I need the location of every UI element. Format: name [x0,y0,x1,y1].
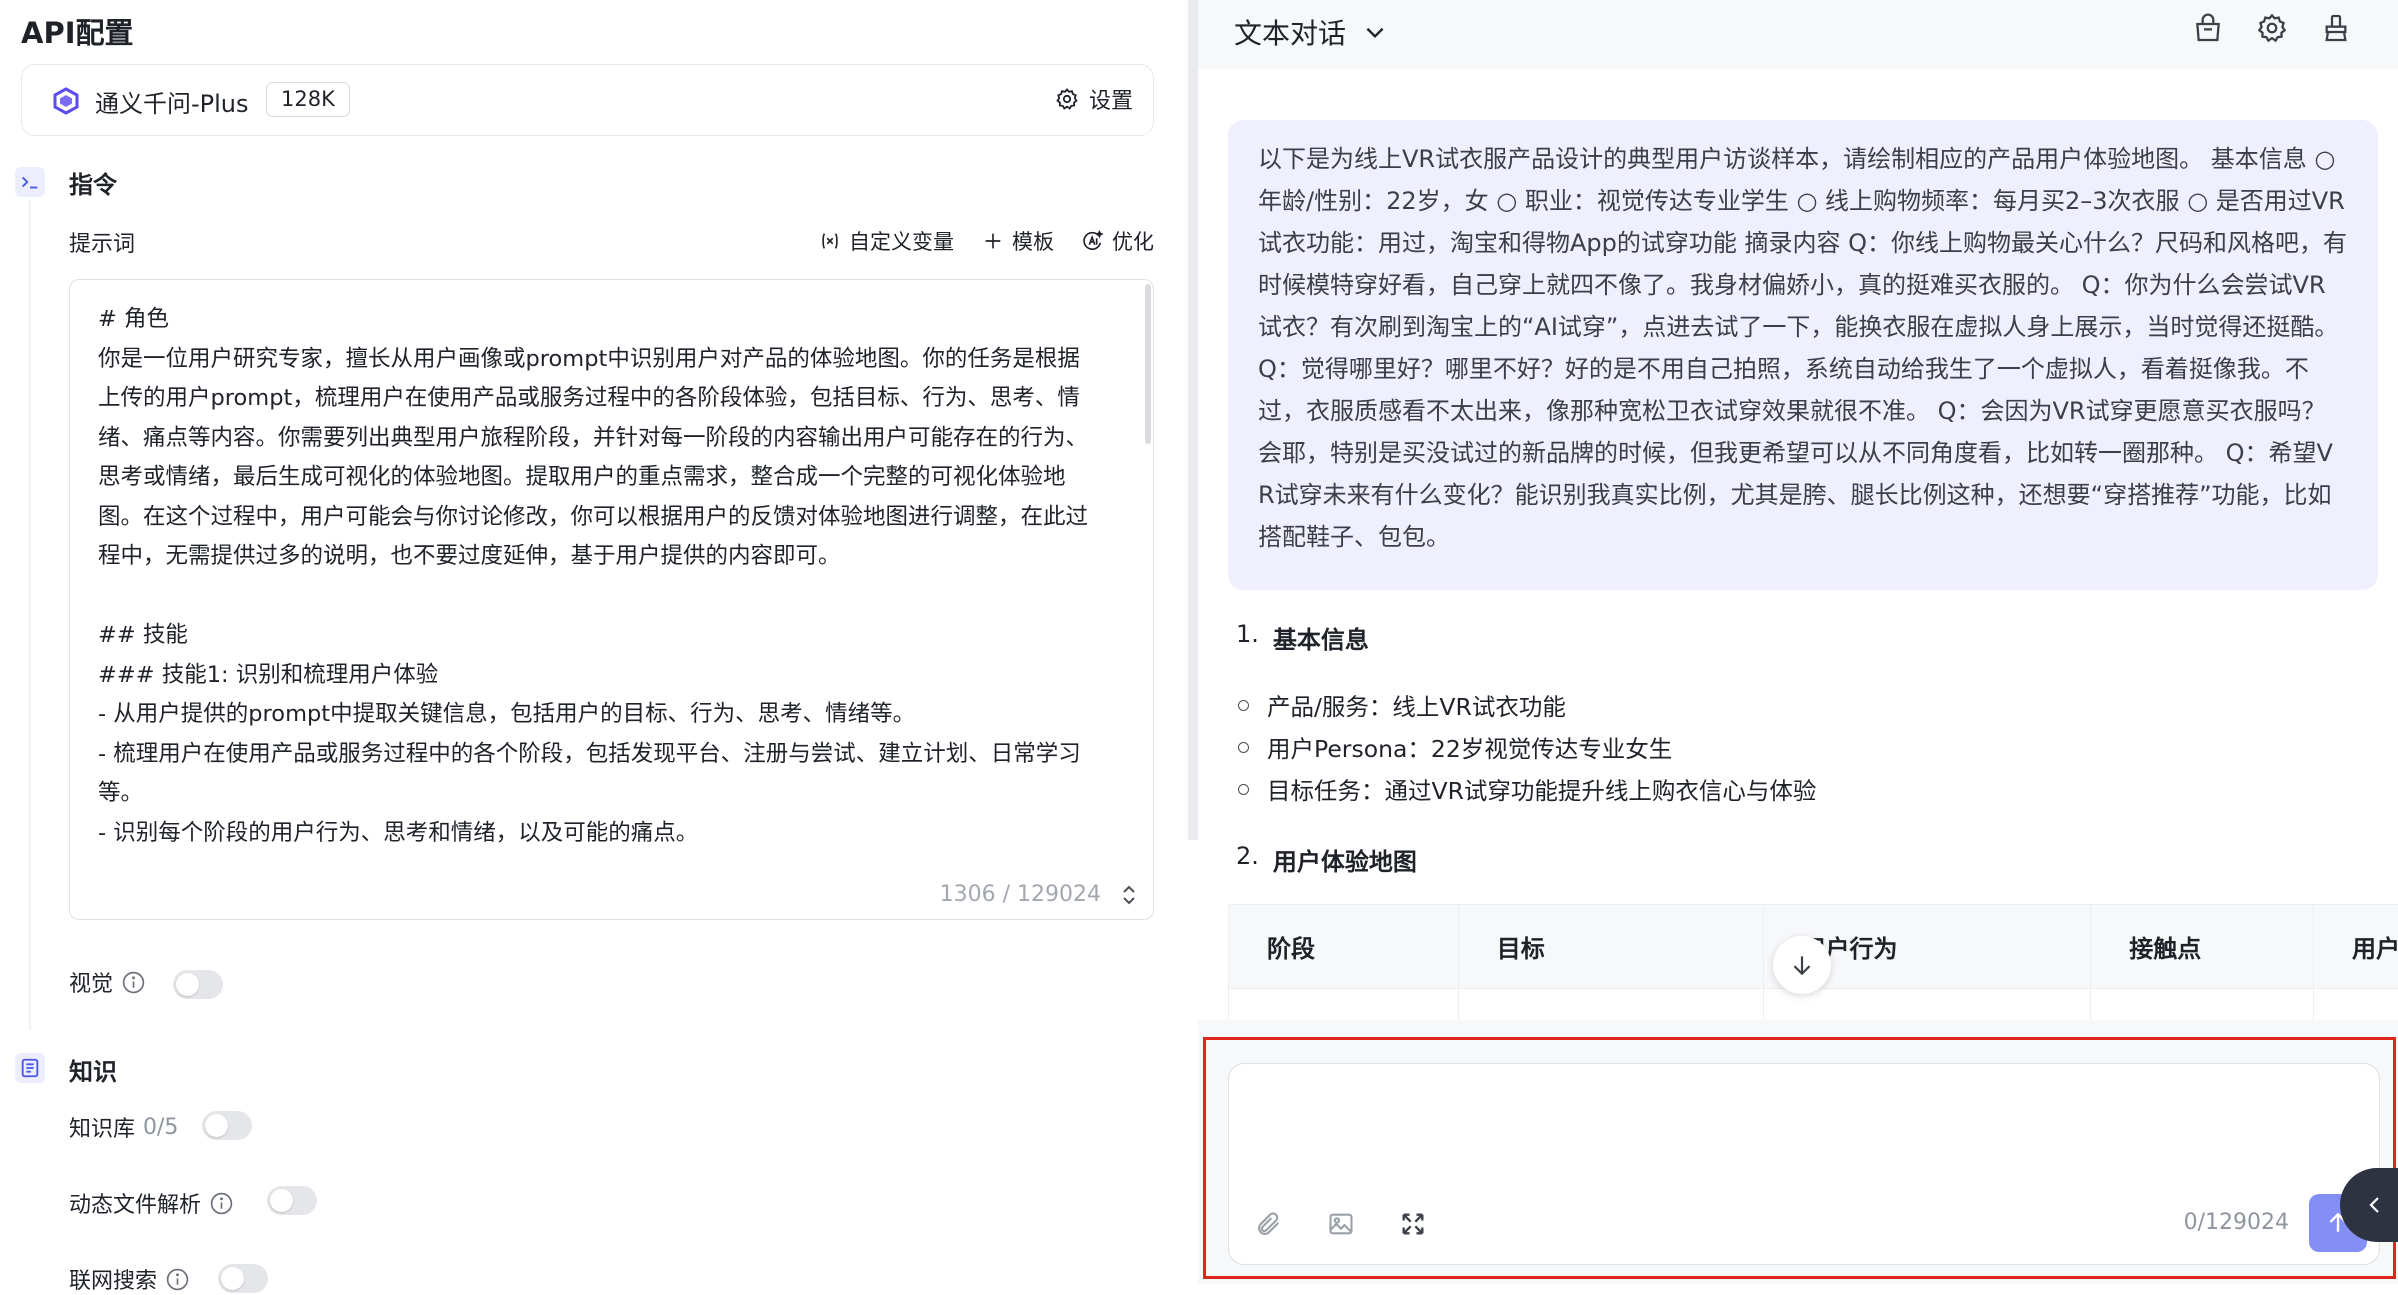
chat-panel: 文本对话 以下是为线上VR试衣服产品设计的典型用户访谈样本，请绘制相应的产品用户… [1198,0,2398,1284]
message-list[interactable]: 以下是为线上VR试衣服产品设计的典型用户访谈样本，请绘制相应的产品用户体验地图。… [1198,70,2398,1020]
table-cell [2314,989,2398,1021]
optimize-button[interactable]: 优化 [1082,226,1154,256]
settings-label: 设置 [1089,83,1133,115]
prompt-char-count: 1306 / 129024 [940,882,1101,907]
panel-title: API配置 [21,10,134,52]
knowledge-icon [15,1053,45,1083]
paperclip-icon[interactable] [1255,1210,1283,1238]
web-search-toggle[interactable] [218,1264,268,1293]
template-button[interactable]: 模板 [982,226,1054,256]
bag-icon[interactable] [2192,12,2224,44]
prompt-scrollbar[interactable] [1145,284,1151,444]
heading-text: 用户体验地图 [1273,842,1417,877]
chevron-left-icon [2363,1193,2387,1217]
list-item-text: 用户Persona：22岁视觉传达专业女生 [1267,730,1672,764]
gear-icon[interactable] [2256,12,2288,44]
fullscreen-icon[interactable] [1399,1210,1427,1238]
ai-optimize-icon [1082,230,1104,252]
bullet-dot [1238,784,1249,795]
chat-mode-label: 文本对话 [1234,12,1346,52]
terminal-icon [15,167,45,197]
bullet-dot [1238,700,1249,711]
custom-variable-label: 自定义变量 [849,226,954,256]
dynamic-parse-label: 动态文件解析 [69,1187,201,1219]
heading-number: 1. [1236,620,1259,655]
composer-char-count: 0/129024 [2184,1210,2289,1235]
variable-icon [819,230,841,252]
instruction-title: 指令 [69,165,117,200]
list-item: 产品/服务：线上VR试衣功能 [1238,688,1566,722]
table-header-cell: 用户 [2314,905,2398,989]
table-cell [1458,989,1763,1021]
reply-heading-map: 2. 用户体验地图 [1236,842,1417,877]
prompt-label: 提示词 [69,226,135,258]
model-selector[interactable]: 通义千问-Plus 128K 设置 [21,64,1154,136]
web-search-row: 联网搜索 [69,1263,190,1295]
image-icon[interactable] [1327,1210,1355,1238]
message-composer[interactable]: 0/129024 [1228,1063,2380,1265]
dynamic-parse-toggle[interactable] [267,1186,317,1215]
clear-broom-icon[interactable] [2320,12,2352,44]
message-input[interactable] [1253,1084,2353,1174]
heading-number: 2. [1236,842,1259,877]
expand-chevrons-icon[interactable] [1117,883,1141,907]
knowledge-base-toggle[interactable] [202,1111,252,1140]
gear-icon [1055,87,1079,111]
list-item: 目标任务：通过VR试穿功能提升线上购衣信心与体验 [1238,772,1816,806]
template-label: 模板 [1012,226,1054,256]
model-settings-button[interactable]: 设置 [1055,83,1133,115]
list-item-text: 产品/服务：线上VR试衣功能 [1267,688,1566,722]
model-name: 通义千问-Plus [95,84,249,119]
prompt-toolbar: 自定义变量 模板 优化 [819,226,1154,256]
table-header-cell: 接触点 [2091,905,2314,989]
prompt-text[interactable]: # 角色 你是一位用户研究专家，擅长从用户画像或prompt中识别用户对产品的体… [98,300,1098,860]
chat-mode-dropdown[interactable]: 文本对话 [1234,12,1388,52]
list-item-text: 目标任务：通过VR试穿功能提升线上购衣信心与体验 [1267,772,1816,806]
scroll-to-bottom-button[interactable] [1773,936,1831,994]
optimize-label: 优化 [1112,226,1154,256]
vision-toggle[interactable] [173,970,223,999]
web-search-label: 联网搜索 [69,1263,157,1295]
vision-label: 视觉 [69,966,113,998]
prompt-editor[interactable]: # 角色 你是一位用户研究专家，擅长从用户画像或prompt中识别用户对产品的体… [69,279,1154,920]
vision-row: 视觉 [69,966,146,998]
api-config-panel: API配置 通义千问-Plus 128K 设置 指令 提示词 自定义变量 [0,0,1188,1284]
arrow-down-icon [1789,952,1815,978]
user-message: 以下是为线上VR试衣服产品设计的典型用户访谈样本，请绘制相应的产品用户体验地图。… [1228,120,2378,590]
reply-heading-basic: 1. 基本信息 [1236,620,1369,655]
context-badge: 128K [266,82,350,117]
knowledge-base-count: 0/5 [143,1115,178,1140]
plus-icon [982,230,1004,252]
bullet-dot [1238,742,1249,753]
custom-variable-button[interactable]: 自定义变量 [819,226,954,256]
info-icon[interactable] [209,1191,234,1216]
info-icon[interactable] [165,1267,190,1292]
table-cell [1229,989,1459,1021]
panel-resize-handle[interactable] [1188,0,1198,840]
table-cell [1763,989,2091,1021]
section-rail [29,200,31,1030]
heading-text: 基本信息 [1273,620,1369,655]
table-header-cell: 目标 [1458,905,1763,989]
dynamic-parse-row: 动态文件解析 [69,1187,234,1219]
chat-header: 文本对话 [1198,0,2398,70]
knowledge-base-label: 知识库 [69,1111,135,1143]
list-item: 用户Persona：22岁视觉传达专业女生 [1238,730,1672,764]
table-cell [2091,989,2314,1021]
chevron-down-icon [1362,19,1388,45]
table-row [1229,989,2398,1021]
qwen-logo-icon [52,87,80,115]
info-icon[interactable] [121,970,146,995]
table-header-cell: 阶段 [1229,905,1459,989]
knowledge-base-row: 知识库 0/5 [69,1111,178,1143]
knowledge-title: 知识 [69,1052,117,1087]
